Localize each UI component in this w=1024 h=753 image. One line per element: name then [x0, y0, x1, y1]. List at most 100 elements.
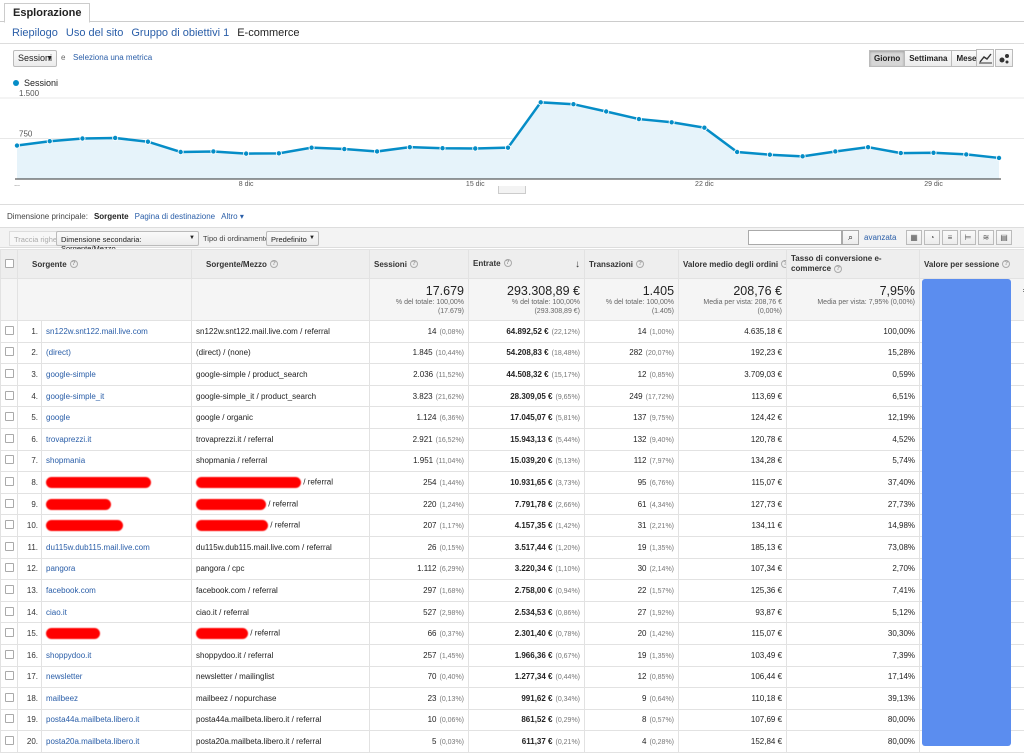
col-sessions-header[interactable]: Sessioni? — [370, 250, 469, 279]
data-point[interactable] — [636, 116, 641, 121]
row-checkbox[interactable] — [5, 434, 14, 443]
row-checkbox[interactable] — [5, 563, 14, 572]
source-link[interactable]: pangora — [46, 564, 75, 573]
row-checkbox[interactable] — [5, 607, 14, 616]
search-button[interactable]: ⌕ — [842, 230, 859, 245]
source-link[interactable]: google-simple — [46, 370, 96, 379]
data-point[interactable] — [702, 125, 707, 130]
table-row[interactable]: 18.mailbeezmailbeez / nopurchase23(0,13%… — [1, 688, 1024, 710]
help-icon[interactable]: ? — [636, 260, 644, 268]
table-row[interactable]: 3.google-simplegoogle-simple / product_s… — [1, 364, 1024, 386]
table-row[interactable]: 10. / referral207(1,17%)4.157,35 €(1,42%… — [1, 515, 1024, 537]
row-checkbox[interactable] — [5, 693, 14, 702]
data-point[interactable] — [473, 146, 478, 151]
view-comparison-icon[interactable]: ⊨ — [960, 230, 976, 245]
row-checkbox[interactable] — [5, 520, 14, 529]
data-point[interactable] — [571, 102, 576, 107]
data-point[interactable] — [996, 155, 1001, 160]
view-performance-icon[interactable]: ≡ — [942, 230, 958, 245]
row-checkbox[interactable] — [5, 391, 14, 400]
table-row[interactable]: 1.sn122w.snt122.mail.live.comsn122w.snt1… — [1, 321, 1024, 343]
period-week-button[interactable]: Settimana — [904, 50, 952, 67]
data-point[interactable] — [14, 143, 19, 148]
row-checkbox[interactable] — [5, 455, 14, 464]
plot-rows-button[interactable]: Traccia righe — [9, 231, 62, 246]
data-point[interactable] — [309, 145, 314, 150]
data-point[interactable] — [178, 149, 183, 154]
row-checkbox[interactable] — [5, 347, 14, 356]
source-link[interactable]: newsletter — [46, 672, 82, 681]
source-link[interactable]: posta44a.mailbeta.libero.it — [46, 715, 139, 724]
table-row[interactable]: 14.ciao.itciao.it / referral527(2,98%)2.… — [1, 601, 1024, 623]
line-chart-button[interactable] — [976, 49, 994, 67]
table-row[interactable]: 9. / referral220(1,24%)7.791,78 €(2,66%)… — [1, 493, 1024, 515]
source-link[interactable]: trovaprezzi.it — [46, 435, 91, 444]
source-link[interactable]: du115w.dub115.mail.live.com — [46, 543, 150, 552]
table-row[interactable]: 2.(direct)(direct) / (none)1.845(10,44%)… — [1, 342, 1024, 364]
source-link[interactable]: facebook.com — [46, 586, 96, 595]
data-point[interactable] — [833, 149, 838, 154]
dimension-source[interactable]: Sorgente — [94, 212, 129, 221]
data-point[interactable] — [767, 152, 772, 157]
subtab-site-usage[interactable]: Uso del sito — [66, 27, 123, 39]
help-icon[interactable]: ? — [270, 260, 278, 268]
data-point[interactable] — [80, 136, 85, 141]
data-point[interactable] — [898, 150, 903, 155]
sort-type-select[interactable]: Predefinito ▼ — [266, 231, 319, 246]
table-row[interactable]: 15. / referral66(0,37%)2.301,40 €(0,78%)… — [1, 623, 1024, 645]
data-point[interactable] — [931, 150, 936, 155]
motion-chart-button[interactable] — [995, 49, 1013, 67]
data-point[interactable] — [113, 135, 118, 140]
subtab-ecommerce[interactable]: E-commerce — [237, 27, 299, 39]
data-point[interactable] — [505, 145, 510, 150]
table-row[interactable]: 13.facebook.comfacebook.com / referral29… — [1, 580, 1024, 602]
data-point[interactable] — [735, 149, 740, 154]
select-all-checkbox[interactable] — [5, 259, 14, 268]
help-icon[interactable]: ? — [781, 260, 786, 268]
data-point[interactable] — [276, 151, 281, 156]
source-link[interactable]: ciao.it — [46, 608, 67, 617]
tab-explorer[interactable]: Esplorazione — [4, 3, 90, 23]
table-row[interactable]: 16.shoppydoo.itshoppydoo.it / referral25… — [1, 644, 1024, 666]
data-point[interactable] — [407, 145, 412, 150]
data-point[interactable] — [244, 151, 249, 156]
data-point[interactable] — [669, 120, 674, 125]
col-transactions-header[interactable]: Transazioni? — [585, 250, 679, 279]
table-search-input[interactable] — [748, 230, 842, 245]
data-point[interactable] — [145, 139, 150, 144]
source-link[interactable]: google — [46, 413, 70, 422]
source-link[interactable]: sn122w.snt122.mail.live.com — [46, 327, 148, 336]
help-icon[interactable]: ? — [70, 260, 78, 268]
table-row[interactable]: 4.google-simple_itgoogle-simple_it / pro… — [1, 385, 1024, 407]
data-point[interactable] — [374, 149, 379, 154]
table-row[interactable]: 6.trovaprezzi.ittrovaprezzi.it / referra… — [1, 428, 1024, 450]
data-point[interactable] — [800, 154, 805, 159]
row-checkbox[interactable] — [5, 671, 14, 680]
source-link[interactable]: (direct) — [46, 348, 71, 357]
table-row[interactable]: 11.du115w.dub115.mail.live.comdu115w.dub… — [1, 536, 1024, 558]
table-row[interactable]: 17.newsletternewsletter / mailinglist70(… — [1, 666, 1024, 688]
view-table-icon[interactable]: ▦ — [906, 230, 922, 245]
col-revenue-header[interactable]: Entrate?↓ — [469, 250, 585, 279]
view-term-cloud-icon[interactable]: ≋ — [978, 230, 994, 245]
col-conversion-header[interactable]: Tasso di conversione e-commerce? — [787, 250, 920, 279]
data-point[interactable] — [440, 146, 445, 151]
data-point[interactable] — [211, 149, 216, 154]
row-checkbox[interactable] — [5, 628, 14, 637]
view-pie-icon[interactable]: ◔ — [924, 230, 940, 245]
period-day-button[interactable]: Giorno — [869, 50, 905, 67]
subtab-goal-set-1[interactable]: Gruppo di obiettivi 1 — [131, 27, 229, 39]
row-checkbox[interactable] — [5, 714, 14, 723]
help-icon[interactable]: ? — [1002, 260, 1010, 268]
table-row[interactable]: 12.pangorapangora / cpc1.112(6,29%)3.220… — [1, 558, 1024, 580]
data-point[interactable] — [342, 146, 347, 151]
table-row[interactable]: 7.shopmaniashopmania / referral1.951(11,… — [1, 450, 1024, 472]
col-source-header[interactable]: Sorgente? — [18, 250, 192, 279]
table-row[interactable]: 20.posta20a.mailbeta.libero.itposta20a.m… — [1, 731, 1024, 753]
dimension-landing-page[interactable]: Pagina di destinazione — [135, 212, 216, 221]
row-checkbox[interactable] — [5, 412, 14, 421]
view-pivot-icon[interactable]: ▤ — [996, 230, 1012, 245]
metric-select[interactable]: Sessioni ▼ — [13, 50, 57, 67]
data-point[interactable] — [964, 152, 969, 157]
col-aov-header[interactable]: Valore medio degli ordini? — [679, 250, 787, 279]
